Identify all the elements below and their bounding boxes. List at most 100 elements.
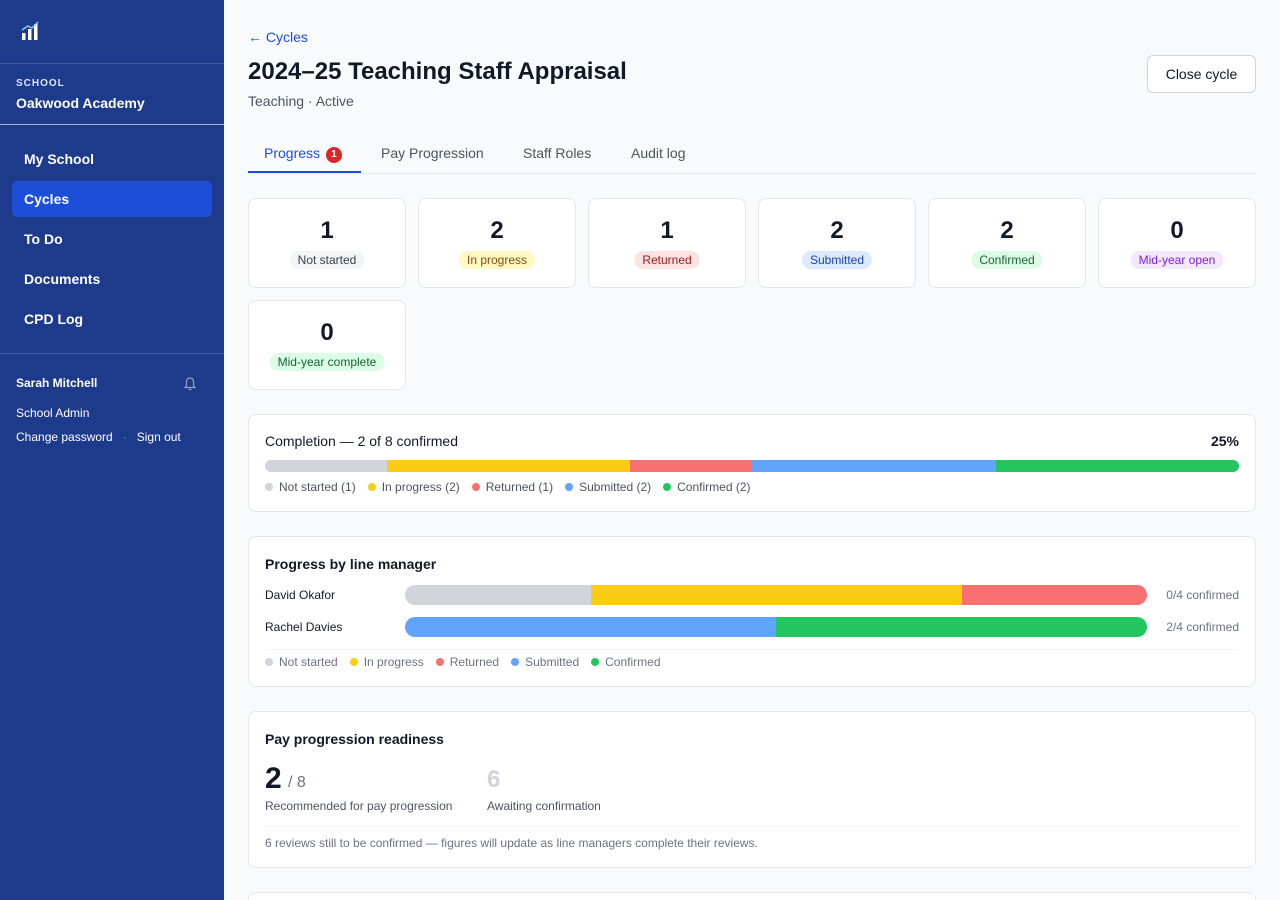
- pay-progression-note: 6 reviews still to be confirmed — figure…: [265, 836, 758, 850]
- tab-label: Audit log: [631, 145, 686, 161]
- legend-item: Confirmed: [591, 655, 661, 669]
- legend-label: In progress (2): [381, 480, 460, 494]
- sidebar-item-label: Documents: [24, 271, 101, 287]
- legend-dot-icon: [591, 658, 600, 666]
- legend-item: Confirmed (2): [663, 480, 751, 494]
- legend-item: Submitted (2): [565, 480, 651, 494]
- segment-in-progress: [386, 460, 631, 472]
- legend-label: Submitted (2): [579, 480, 652, 494]
- completion-card: Completion — 2 of 8 confirmed 25% Not st…: [248, 414, 1256, 512]
- close-cycle-button[interactable]: Close cycle: [1147, 55, 1256, 93]
- account-links: Change password · Sign out: [16, 430, 181, 444]
- status-count: 1: [660, 217, 674, 244]
- status-badge: Confirmed: [971, 251, 1043, 269]
- sidebar-nav: My School Cycles To Do Documents CPD Log: [12, 141, 212, 341]
- status-card-confirmed[interactable]: 2 Confirmed: [928, 198, 1086, 288]
- sidebar-item-label: My School: [24, 151, 95, 167]
- legend-item: Submitted: [511, 655, 579, 669]
- next-card: [248, 892, 1256, 900]
- segment-returned: [961, 585, 1147, 605]
- status-badge: Submitted: [801, 251, 873, 269]
- segment-not-started: [265, 460, 387, 472]
- sidebar-item-label: CPD Log: [24, 311, 84, 327]
- status-count: 0: [320, 319, 334, 346]
- legend-label: Confirmed (2): [677, 480, 751, 494]
- manager-name: Rachel Davies: [265, 620, 343, 634]
- tab-bar: Progress 1 Pay Progression Staff Roles Au…: [248, 136, 1256, 174]
- page-title: 2024–25 Teaching Staff Appraisal: [248, 58, 627, 85]
- legend-label: Not started (1): [279, 480, 356, 494]
- legend-dot-icon: [435, 658, 444, 666]
- pay-progression-card: Pay progression readiness 2 / 8 Recommen…: [248, 711, 1256, 868]
- status-card-submitted[interactable]: 2 Submitted: [758, 198, 916, 288]
- status-card-in-progress[interactable]: 2 In progress: [418, 198, 576, 288]
- completion-legend: Not started (1) In progress (2) Returned (…: [265, 480, 763, 494]
- user-name: Sarah Mitchell: [16, 376, 98, 390]
- legend-dot-icon: [367, 483, 376, 491]
- segment-confirmed: [776, 617, 1147, 637]
- completion-stacked-bar: [265, 460, 1239, 472]
- legend-dot-icon: [663, 483, 672, 491]
- change-password-link[interactable]: Change password: [16, 430, 113, 444]
- status-count: 1: [320, 217, 334, 244]
- line-manager-card: Progress by line manager David Okafor 0/…: [248, 536, 1256, 687]
- pay-progression-title: Pay progression readiness: [265, 731, 444, 747]
- sidebar-item-to-do[interactable]: To Do: [12, 221, 212, 257]
- legend-item: Not started: [265, 655, 338, 669]
- status-count: 2: [830, 217, 844, 244]
- awaiting-label: Awaiting confirmation: [487, 799, 601, 813]
- status-count: 0: [1170, 217, 1184, 244]
- school-label: SCHOOL: [16, 78, 65, 89]
- bell-icon[interactable]: [182, 376, 198, 392]
- status-badge: Not started: [289, 251, 365, 269]
- manager-name: David Okafor: [265, 588, 336, 602]
- tab-label: Progress: [264, 145, 321, 161]
- sign-out-link[interactable]: Sign out: [137, 430, 181, 444]
- status-card-returned[interactable]: 1 Returned: [588, 198, 746, 288]
- legend-label: Submitted: [525, 655, 580, 669]
- legend-item: In progress: [349, 655, 424, 669]
- status-count: 2: [1000, 217, 1014, 244]
- sidebar-item-my-school[interactable]: My School: [12, 141, 212, 177]
- segment-confirmed: [995, 460, 1239, 472]
- segment-returned: [630, 460, 752, 472]
- legend-label: Not started: [279, 655, 338, 669]
- status-card-not-started[interactable]: 1 Not started: [248, 198, 406, 288]
- segment-submitted: [405, 617, 776, 637]
- legend-label: Returned (1): [485, 480, 554, 494]
- recommended-label: Recommended for pay progression: [265, 799, 453, 813]
- tab-label: Staff Roles: [523, 145, 592, 161]
- tab-audit-log[interactable]: Audit log: [631, 136, 685, 173]
- legend-dot-icon: [511, 658, 520, 666]
- legend-label: Returned: [449, 655, 500, 669]
- awaiting-count: 6: [487, 766, 501, 793]
- bar-chart-logo-icon[interactable]: [20, 20, 42, 42]
- school-name: Oakwood Academy: [16, 95, 145, 111]
- sidebar-item-cpd-log[interactable]: CPD Log: [12, 301, 212, 337]
- segment-not-started: [405, 585, 591, 605]
- sidebar-item-documents[interactable]: Documents: [12, 261, 212, 297]
- recommended-count: 2: [265, 762, 282, 795]
- status-badge: Returned: [634, 251, 700, 269]
- legend-item: Returned (1): [471, 480, 554, 494]
- completion-percent: 25%: [1210, 433, 1239, 449]
- user-role: School Admin: [16, 406, 90, 420]
- back-to-cycles-link[interactable]: ← Cycles: [248, 29, 308, 45]
- sidebar-item-cycles[interactable]: Cycles: [12, 181, 212, 217]
- sidebar-item-label: Cycles: [24, 191, 70, 207]
- legend-item: Not started (1): [265, 480, 356, 494]
- status-badge: In progress: [458, 251, 536, 269]
- status-card-mid-year-open[interactable]: 0 Mid-year open: [1098, 198, 1256, 288]
- segment-submitted: [752, 460, 996, 472]
- page-subtitle: Teaching · Active: [248, 93, 354, 109]
- tab-staff-roles[interactable]: Staff Roles: [523, 136, 591, 173]
- legend-dot-icon: [265, 658, 273, 666]
- sidebar: SCHOOL Oakwood Academy My School Cycles …: [0, 0, 224, 900]
- line-manager-title: Progress by line manager: [265, 556, 437, 572]
- tab-pay-progression[interactable]: Pay Progression: [381, 136, 484, 173]
- divider: [265, 826, 1239, 827]
- sidebar-divider: [0, 353, 224, 354]
- tab-progress[interactable]: Progress 1: [248, 136, 361, 173]
- legend-label: In progress: [363, 655, 424, 669]
- status-card-mid-year-complete[interactable]: 0 Mid-year complete: [248, 300, 406, 390]
